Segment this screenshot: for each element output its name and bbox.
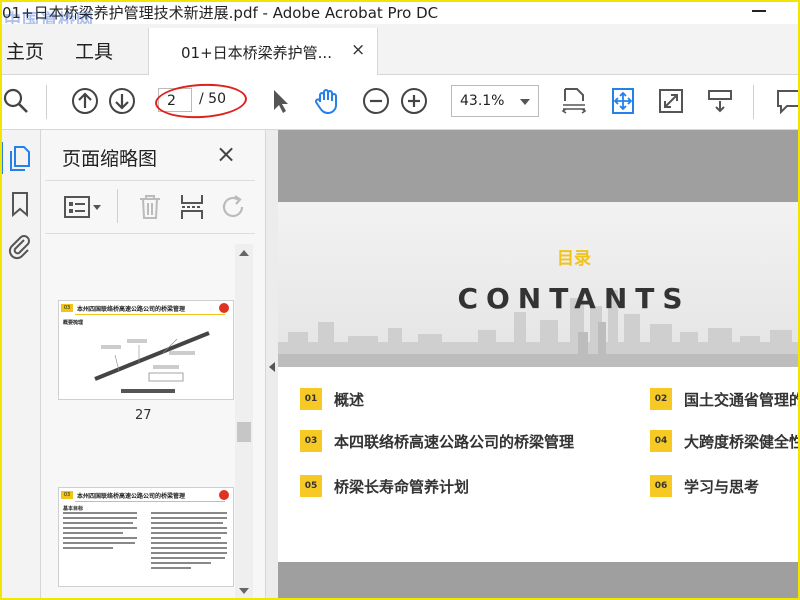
panel-toolbar-separator [117, 189, 118, 223]
toc-item-text: 大跨度桥梁健全性 [684, 433, 800, 451]
toc-item-number: 06 [650, 475, 672, 497]
tab-tools[interactable]: 工具 [75, 37, 113, 64]
tab-bar: 主页 工具 01+日本桥梁养护管... × [0, 24, 800, 75]
hand-tool-icon[interactable] [313, 87, 341, 115]
toolbar: 2 / 50 43.1% [0, 75, 800, 130]
company-logo-icon [219, 303, 229, 313]
zoom-value: 43.1% [460, 93, 505, 109]
toc-item-text: 国土交通省管理的 [684, 391, 800, 409]
document-tab-label: 01+日本桥梁养护管... [181, 44, 332, 62]
panel-title: 页面缩略图 [62, 148, 158, 170]
comment-icon[interactable] [775, 87, 800, 115]
thumbnail-page-label: 27 [135, 408, 152, 423]
toc-item-number: 01 [300, 388, 322, 410]
bridge-diagram-image [94, 331, 210, 382]
toc-item-text: 学习与思考 [684, 478, 760, 496]
scroll-up-arrow-icon[interactable] [239, 250, 249, 256]
document-tab-close-button[interactable]: × [351, 40, 365, 60]
minimize-button[interactable] [752, 10, 766, 12]
thumbnail-header: 03 本州四国联络桥高速公路公司的桥梁管理 [59, 488, 233, 502]
fit-page-icon[interactable] [609, 87, 637, 115]
document-tab[interactable]: 01+日本桥梁养护管... × [148, 28, 378, 75]
thumbnail-page-28[interactable]: 03 本州四国联络桥高速公路公司的桥梁管理 基本目标 [58, 487, 234, 587]
toc-subtitle: 目录 [557, 249, 591, 269]
left-rail [0, 130, 41, 600]
full-screen-icon[interactable] [657, 87, 685, 115]
thumbnail-scrollbar[interactable] [235, 244, 253, 600]
chevron-down-icon [520, 99, 530, 105]
scroll-mode-icon[interactable] [706, 87, 734, 115]
panel-toolbar [45, 180, 255, 234]
toc-item-number: 02 [650, 388, 672, 410]
search-icon[interactable] [2, 87, 30, 115]
scroll-down-arrow-icon[interactable] [239, 588, 249, 594]
panel-close-button[interactable]: × [216, 140, 236, 168]
zoom-select[interactable]: 43.1% [451, 85, 539, 117]
scrollbar-thumb[interactable] [237, 422, 251, 442]
options-menu-icon[interactable] [63, 195, 103, 219]
thumbnail-page-27[interactable]: 03 本州四国联络桥高速公路公司的桥梁管理 概要梳理 [58, 300, 234, 400]
pdf-page: 目录 CONTANTS 01 概述 02 国土交通省管理的 03 本四联络桥高速… [278, 202, 800, 562]
collapse-panel-arrow-icon[interactable] [269, 362, 275, 372]
tab-home[interactable]: 主页 [6, 37, 44, 64]
toolbar-separator [753, 85, 754, 119]
thumbnail-subheading: 基本目标 [63, 506, 84, 512]
delete-trash-icon[interactable] [137, 193, 163, 221]
panel-splitter[interactable] [265, 130, 279, 600]
active-indicator [0, 142, 3, 174]
bookmark-icon[interactable] [6, 190, 34, 218]
thumbnail-header-text: 本州四国联络桥高速公路公司的桥梁管理 [77, 306, 186, 313]
rotate-icon[interactable] [220, 193, 248, 221]
toc-item-text: 概述 [334, 391, 365, 409]
previous-page-icon[interactable] [71, 87, 99, 115]
fit-width-icon[interactable] [560, 87, 588, 115]
toc-item-number: 05 [300, 475, 322, 497]
page-thumbnails-icon[interactable] [6, 144, 34, 172]
title-bar: 01+日本桥梁养护管理技术新进展.pdf - Adobe Acrobat Pro… [0, 0, 800, 31]
toc-item-text: 本四联络桥高速公路公司的桥梁管理 [334, 433, 575, 451]
thumbnail-text-lines [63, 512, 227, 569]
toc-item-number: 04 [650, 430, 672, 452]
thumbnail-header-text: 本州四国联络桥高速公路公司的桥梁管理 [77, 493, 186, 500]
toolbar-separator [46, 85, 47, 119]
thumbnail-caption-bar [121, 389, 175, 393]
thumbnail-header-rule [75, 314, 225, 315]
select-cursor-icon[interactable] [266, 87, 294, 115]
thumbnail-panel: 页面缩略图 × 03 本州四国联络桥高速公路公司的桥梁管理 概要梳理 27 03… [41, 130, 265, 600]
toc-item-number: 03 [300, 430, 322, 452]
zoom-out-icon[interactable] [362, 87, 390, 115]
company-logo-icon [219, 490, 229, 500]
thumbnail-header-rule [75, 501, 225, 502]
zoom-in-icon[interactable] [400, 87, 428, 115]
thumbnail-header: 03 本州四国联络桥高速公路公司的桥梁管理 [59, 301, 233, 315]
document-view[interactable]: 目录 CONTANTS 01 概述 02 国土交通省管理的 03 本四联络桥高速… [278, 130, 800, 600]
thumbnail-section-number: 03 [61, 491, 73, 499]
attachment-icon[interactable] [6, 232, 34, 260]
toc-title: CONTANTS [457, 282, 691, 315]
toc-item-text: 桥梁长寿命管养计划 [334, 478, 470, 496]
next-page-icon[interactable] [108, 87, 136, 115]
insert-page-icon[interactable] [179, 193, 205, 221]
thumbnail-section-number: 03 [61, 304, 73, 312]
